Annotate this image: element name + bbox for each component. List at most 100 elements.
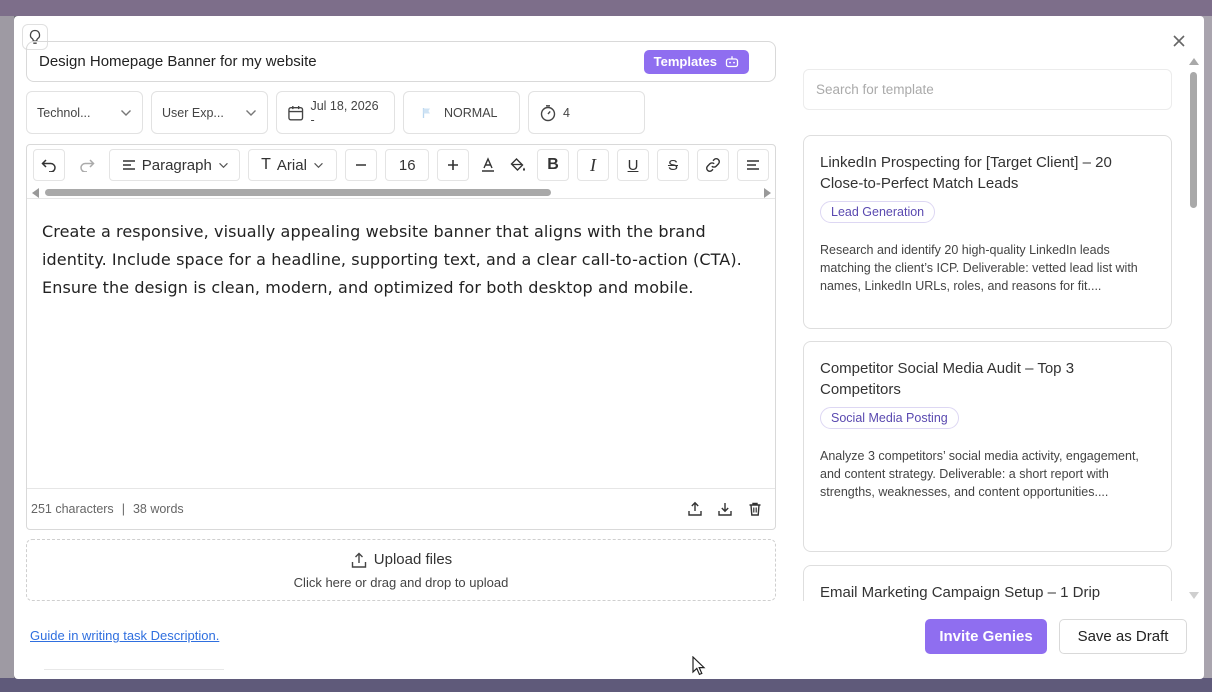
block-type-value: Paragraph	[141, 156, 212, 174]
guide-link[interactable]: Guide in writing task Description.	[30, 628, 219, 643]
decrease-font-button[interactable]	[345, 149, 378, 181]
redo-button[interactable]	[73, 149, 101, 181]
template-card-title: LinkedIn Prospecting for [Target Client]…	[820, 154, 1112, 192]
file-upload-dropzone[interactable]: Upload files Click here or drag and drop…	[26, 539, 776, 601]
chevron-down-icon	[246, 109, 256, 116]
editor-status-bar: 251 characters | 38 words	[27, 488, 775, 529]
scrollbar-thumb[interactable]	[45, 189, 551, 196]
close-button[interactable]	[1170, 32, 1188, 50]
trash-icon[interactable]	[747, 501, 763, 517]
align-left-icon	[747, 160, 759, 170]
minus-icon	[356, 164, 367, 166]
due-date-value: Jul 18, 2026 -	[310, 98, 379, 127]
link-button[interactable]	[697, 149, 729, 181]
undo-icon	[41, 159, 56, 172]
paint-bucket-icon	[510, 158, 525, 171]
priority-value: NORMAL	[444, 105, 498, 120]
text-color-button[interactable]	[477, 149, 499, 181]
calendar-icon	[288, 105, 304, 120]
template-card[interactable]: Competitor Social Media Audit – Top 3 Co…	[803, 341, 1172, 552]
strikethrough-button[interactable]: S	[657, 149, 689, 181]
scroll-up-arrow[interactable]	[1189, 58, 1199, 65]
strikethrough-icon: S	[667, 156, 678, 174]
divider	[44, 669, 224, 670]
chevron-down-icon	[121, 109, 131, 116]
templates-vertical-scrollbar[interactable]	[1186, 56, 1200, 601]
template-card[interactable]: Email Marketing Campaign Setup – 1 Drip	[803, 565, 1172, 601]
upload-icon	[351, 552, 366, 568]
template-card-tag: Social Media Posting	[820, 407, 959, 429]
text-color-icon	[482, 157, 494, 172]
increase-font-button[interactable]	[437, 149, 469, 181]
due-date-picker[interactable]: Jul 18, 2026 -	[276, 91, 395, 134]
export-icon[interactable]	[687, 501, 703, 517]
subcategory-select[interactable]: User Exp...	[151, 91, 268, 134]
toolbar-horizontal-scrollbar[interactable]	[27, 185, 775, 199]
word-count: 38 words	[132, 502, 184, 516]
bold-icon: B	[547, 156, 559, 173]
flag-icon	[422, 107, 430, 118]
category-select[interactable]: Technol...	[26, 91, 143, 134]
backdrop-top-strip	[0, 0, 1212, 16]
hours-estimate-field[interactable]: 4	[528, 91, 645, 134]
hours-value: 4	[563, 105, 570, 120]
font-icon: T	[261, 156, 271, 173]
backdrop-bottom-strip	[0, 678, 1212, 692]
character-count: 251 characters	[31, 502, 114, 516]
task-title-text: Design Homepage Banner for my website	[39, 53, 317, 70]
scroll-down-arrow[interactable]	[1189, 592, 1199, 599]
redo-icon	[80, 159, 95, 172]
scroll-left-arrow[interactable]	[32, 188, 39, 198]
font-family-value: Arial	[276, 156, 307, 174]
close-icon	[1173, 35, 1185, 47]
plus-icon	[448, 160, 458, 170]
download-icon[interactable]	[717, 501, 733, 517]
scrollbar-thumb[interactable]	[1190, 72, 1197, 208]
templates-button[interactable]: Templates	[643, 49, 749, 74]
task-meta-row: Technol... User Exp... Jul 18, 2026 - NO…	[26, 91, 645, 134]
mouse-cursor-icon	[692, 656, 706, 676]
chevron-down-icon	[218, 162, 228, 168]
italic-icon: I	[590, 154, 596, 175]
save-as-draft-button[interactable]: Save as Draft	[1059, 619, 1187, 654]
link-icon	[706, 158, 720, 172]
font-size-input[interactable]: 16	[385, 149, 429, 181]
upload-subtitle: Click here or drag and drop to upload	[293, 574, 509, 590]
robot-icon	[725, 56, 739, 68]
template-card-description: Research and identify 20 high-quality Li…	[820, 243, 1138, 293]
category-value: Technol...	[37, 105, 91, 120]
count-separator: |	[121, 502, 125, 516]
font-size-value: 16	[398, 156, 416, 174]
backdrop-left-strip	[0, 16, 14, 678]
template-search-input[interactable]: Search for template	[803, 69, 1172, 110]
scroll-right-arrow[interactable]	[764, 188, 771, 198]
underline-icon: U	[627, 156, 639, 174]
block-type-select[interactable]: Paragraph	[108, 149, 240, 181]
create-task-modal: Design Homepage Banner for my website Te…	[14, 16, 1204, 679]
editor-toolbar: Paragraph T Arial 16 B I U S	[27, 145, 775, 185]
subcategory-value: User Exp...	[162, 105, 224, 120]
invite-genies-button[interactable]: Invite Genies	[925, 619, 1047, 654]
search-placeholder: Search for template	[816, 82, 934, 97]
description-editor: Paragraph T Arial 16 B I U S Create a re…	[26, 144, 776, 530]
templates-panel: Search for template LinkedIn Prospecting…	[803, 69, 1173, 601]
text-align-button[interactable]	[737, 149, 769, 181]
priority-select[interactable]: NORMAL	[403, 91, 520, 134]
timer-icon	[540, 104, 556, 121]
template-card-tag: Lead Generation	[820, 201, 936, 223]
italic-button[interactable]: I	[577, 149, 609, 181]
chevron-down-icon	[314, 162, 323, 168]
undo-button[interactable]	[33, 149, 65, 181]
task-title-field[interactable]: Design Homepage Banner for my website Te…	[26, 41, 776, 82]
underline-button[interactable]: U	[617, 149, 649, 181]
bold-button[interactable]: B	[537, 149, 569, 181]
template-card-title: Email Marketing Campaign Setup – 1 Drip	[820, 584, 1101, 601]
font-family-select[interactable]: T Arial	[247, 149, 338, 181]
upload-title: Upload files	[373, 551, 453, 568]
template-card[interactable]: LinkedIn Prospecting for [Target Client]…	[803, 135, 1172, 329]
highlight-color-button[interactable]	[507, 149, 529, 181]
template-card-title: Competitor Social Media Audit – Top 3 Co…	[820, 360, 1075, 398]
template-card-description: Analyze 3 competitors’ social media acti…	[820, 449, 1139, 499]
templates-label: Templates	[653, 54, 717, 69]
description-text[interactable]: Create a responsive, visually appealing …	[27, 199, 775, 486]
